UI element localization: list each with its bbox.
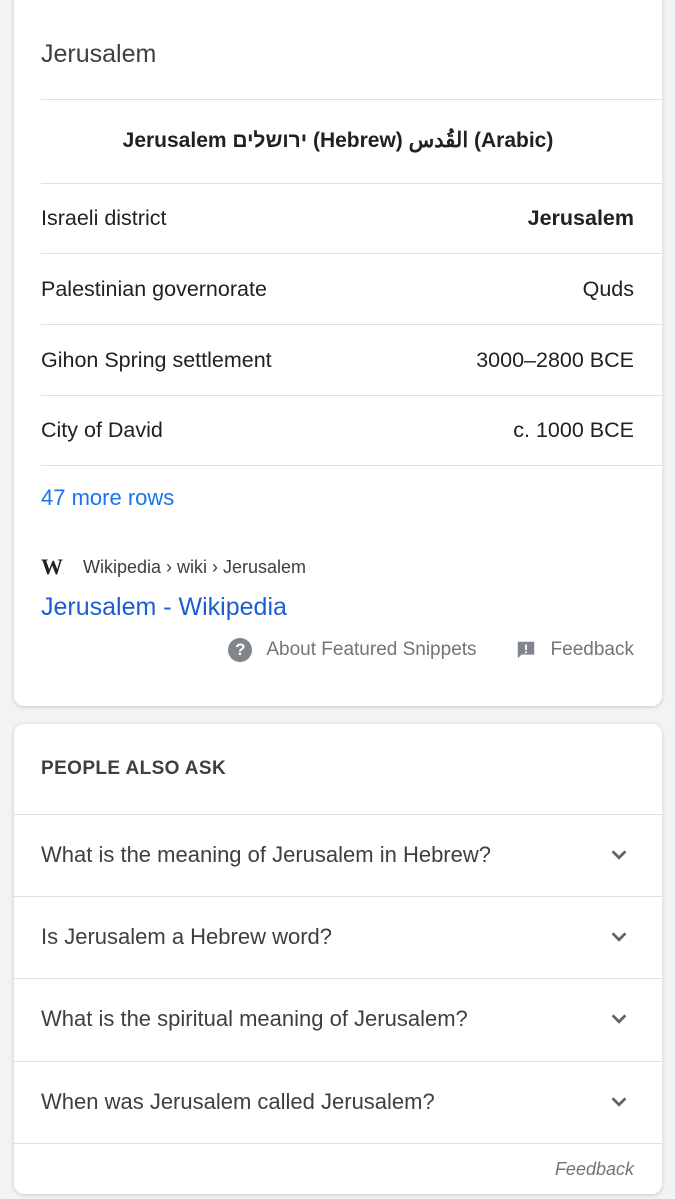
question-circle-icon: ? [228,638,253,662]
question-item[interactable]: What is the meaning of Jerusalem in Hebr… [41,814,630,896]
question-item[interactable]: What is the spiritual meaning of Jerusal… [41,978,630,1060]
question-text: What is the spiritual meaning of Jerusal… [41,1006,468,1031]
feedback-flag-icon [517,641,534,659]
divider [41,99,662,100]
table-row: City of David c. 1000 BCE [41,395,634,465]
chevron-down-icon [611,932,627,942]
row-label: Israeli district [41,205,167,230]
snippet-footer: ? About Featured Snippets Feedback [228,638,634,662]
source-path: Wikipedia › wiki › Jerusalem [83,556,307,577]
question-text: Is Jerusalem a Hebrew word? [41,924,333,949]
source-breadcrumb: W Wikipedia › wiki › Jerusalem [41,554,306,580]
chevron-down-icon [611,1097,627,1107]
feedback-link[interactable]: Feedback [555,1159,634,1180]
feedback-label: Feedback [550,639,634,660]
question-item[interactable]: Is Jerusalem a Hebrew word? [41,896,630,978]
chevron-down-icon [611,850,627,860]
row-value: 3000–2800 BCE [476,347,634,372]
row-label: Gihon Spring settlement [41,347,272,372]
about-featured-snippets-button[interactable]: ? About Featured Snippets [228,638,477,662]
question-text: When was Jerusalem called Jerusalem? [41,1089,435,1114]
about-label: About Featured Snippets [266,639,477,660]
table-row: Palestinian governorate Quds [41,254,634,324]
row-label: City of David [41,417,163,442]
wikipedia-logo-icon: W [41,554,63,579]
question-item[interactable]: When was Jerusalem called Jerusalem? [41,1061,630,1143]
names-caption: Jerusalem ירושלים (Hebrew) القُدس (Arabi… [122,129,554,152]
people-also-ask-card: PEOPLE ALSO ASK What is the meaning of J… [14,724,662,1194]
divider [14,1143,662,1144]
row-value: c. 1000 BCE [513,417,634,442]
people-also-ask-heading: PEOPLE ALSO ASK [41,758,227,779]
more-rows-link[interactable]: 47 more rows [41,485,174,511]
chevron-down-icon [611,1014,627,1024]
row-value: Quds [582,276,634,301]
feedback-button[interactable]: Feedback [515,639,634,661]
featured-snippet-card: Jerusalem Jerusalem ירושלים (Hebrew) الق… [14,0,662,706]
row-value: Jerusalem [527,205,634,230]
table-row: Gihon Spring settlement 3000–2800 BCE [41,325,634,395]
wikipedia-result-link[interactable]: Jerusalem - Wikipedia [41,593,287,622]
divider [41,465,662,466]
snippet-title: Jerusalem [41,40,157,68]
table-row: Israeli district Jerusalem [41,183,634,253]
question-text: What is the meaning of Jerusalem in Hebr… [41,842,491,867]
row-label: Palestinian governorate [41,276,267,301]
